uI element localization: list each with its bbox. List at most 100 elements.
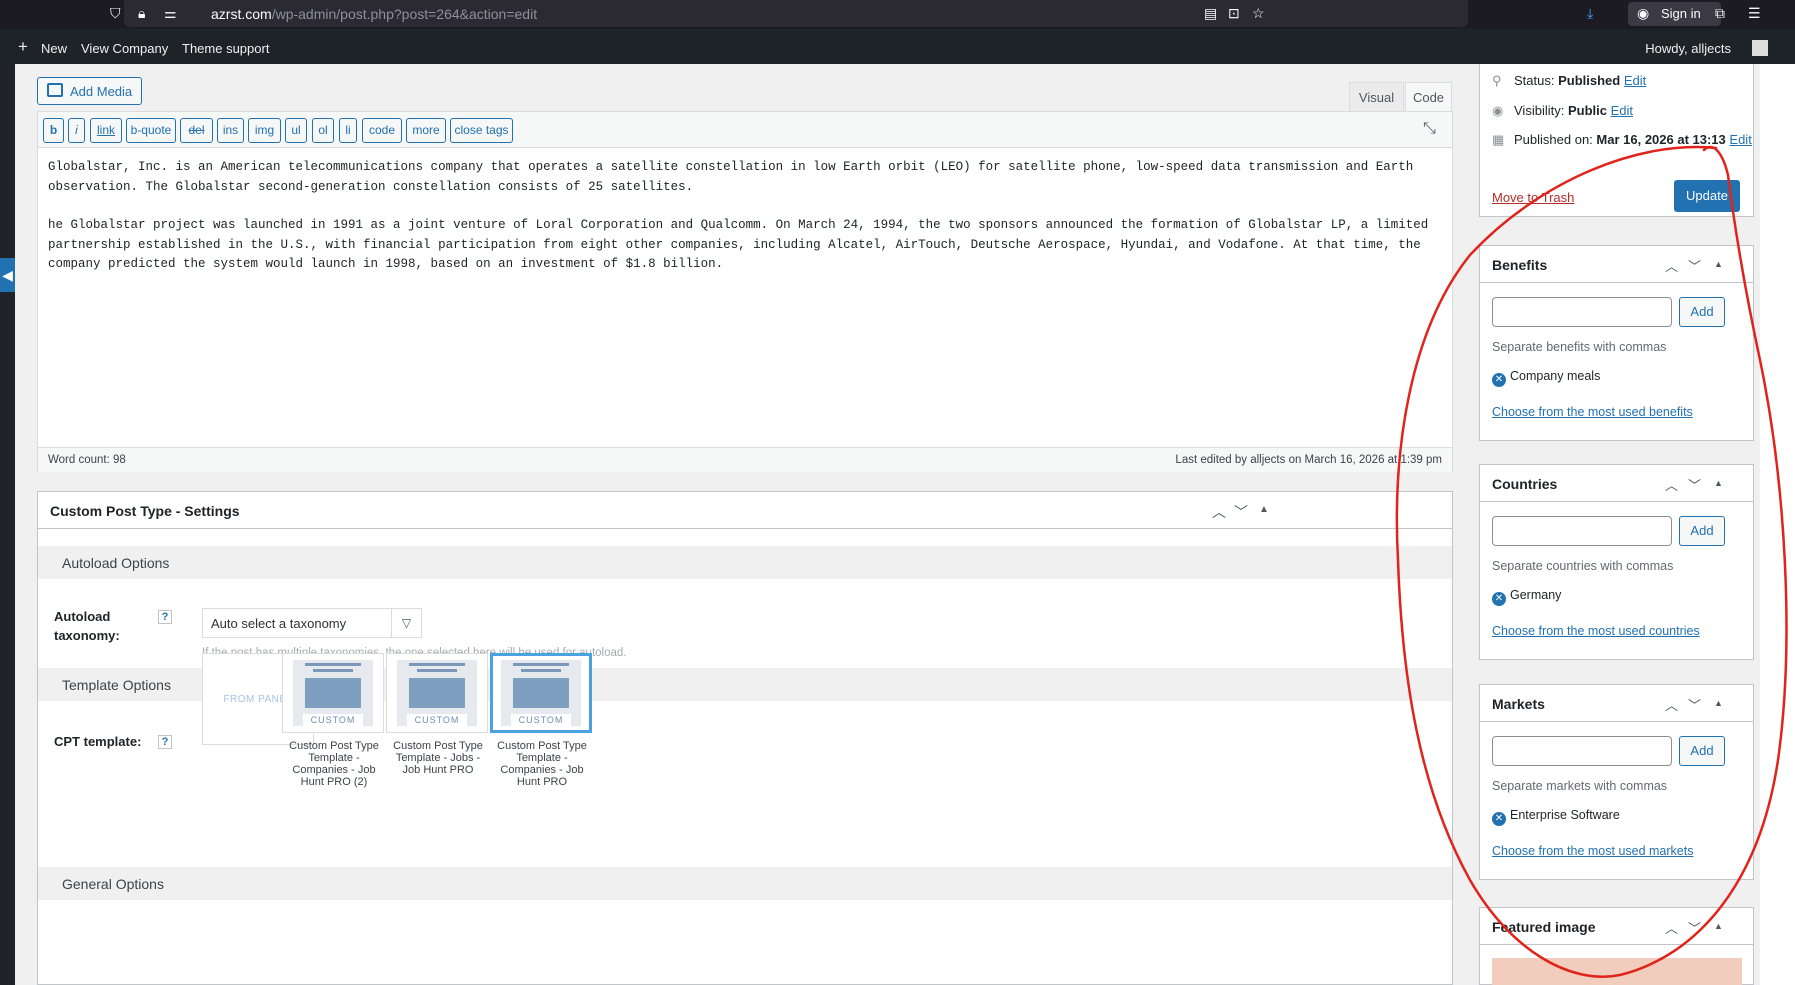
move-up-icon[interactable]: ︿ [1665, 918, 1678, 937]
permissions-icon[interactable]: ⚌ [164, 5, 177, 21]
taxonomy-select[interactable]: Auto select a taxonomy ▽ [202, 608, 422, 638]
qt-bold-button[interactable]: b [43, 118, 64, 143]
editor-paragraph: Globalstar, Inc. is an American telecomm… [48, 160, 1414, 194]
countries-hint: Separate countries with commas [1492, 559, 1674, 573]
edit-status-link[interactable]: Edit [1624, 73, 1646, 88]
menu-icon[interactable]: ☰ [1748, 5, 1761, 21]
markets-add-button[interactable]: Add [1679, 736, 1725, 766]
move-down-icon[interactable]: ﹀ [1688, 256, 1701, 275]
tab-code[interactable]: Code [1405, 82, 1452, 111]
countries-input[interactable] [1492, 516, 1672, 546]
qt-italic-button[interactable]: i [68, 118, 85, 143]
browser-toolbar: ⛉ 🔒︎ ⚌ azrst.com/wp-admin/post.php?post=… [0, 0, 1795, 29]
qt-del-button[interactable]: del [180, 118, 213, 143]
lock-icon[interactable]: 🔒︎ [138, 5, 145, 21]
sign-in-button[interactable]: ◉ Sign in [1628, 2, 1721, 26]
editor-textarea[interactable]: Globalstar, Inc. is an American telecomm… [48, 158, 1448, 294]
template-thumbnail: CUSTOM [490, 653, 592, 733]
last-edited: Last edited by alljects on March 16, 202… [1175, 454, 1442, 466]
qt-more-button[interactable]: more [406, 118, 446, 143]
shield-icon[interactable]: ⛉ [110, 5, 121, 21]
toggle-panel-icon[interactable]: ▲ [1714, 698, 1723, 708]
qt-ol-button[interactable]: ol [312, 118, 334, 143]
general-section-title: General Options [62, 876, 164, 892]
toggle-panel-icon[interactable]: ▲ [1714, 478, 1723, 488]
qt-ins-button[interactable]: ins [217, 118, 244, 143]
download-icon[interactable]: ⤓ [1587, 5, 1593, 21]
edit-date-link[interactable]: Edit [1729, 132, 1751, 147]
benefits-hint: Separate benefits with commas [1492, 340, 1667, 354]
qt-link-button[interactable]: link [90, 118, 122, 143]
markets-box: Markets ︿ ﹀ ▲ Add Separate markets with … [1479, 684, 1754, 880]
admin-bar-view[interactable]: View Company [81, 41, 168, 56]
save-to-pocket-icon[interactable]: ⊡ [1228, 5, 1240, 21]
plus-icon[interactable]: + [18, 37, 28, 57]
qt-li-button[interactable]: li [339, 118, 357, 143]
avatar[interactable] [1752, 40, 1768, 56]
chevron-down-icon: ▽ [391, 609, 421, 637]
move-down-icon[interactable]: ﹀ [1688, 918, 1701, 937]
eye-icon: ◉ [1492, 103, 1504, 118]
url-bar[interactable]: ⛉ 🔒︎ ⚌ azrst.com/wp-admin/post.php?post=… [110, 0, 1468, 27]
countries-tag: ✕ Germany [1492, 588, 1561, 606]
remove-tag-icon[interactable]: ✕ [1492, 812, 1506, 826]
url-host: azrst.com [211, 6, 272, 22]
most-used-markets-link[interactable]: Choose from the most used markets [1492, 844, 1693, 858]
page-right-margin [1760, 64, 1795, 985]
add-media-button[interactable]: Add Media [37, 77, 142, 105]
move-up-icon[interactable]: ︿ [1665, 475, 1678, 494]
markets-hint: Separate markets with commas [1492, 779, 1668, 793]
move-up-icon[interactable]: ︿ [1665, 695, 1678, 714]
qt-code-button[interactable]: code [362, 118, 402, 143]
collapse-arrow-icon[interactable]: ◀ [0, 258, 15, 292]
account-icon: ◉ [1637, 5, 1650, 21]
featured-image-title: Featured image [1492, 919, 1596, 935]
countries-add-button[interactable]: Add [1679, 516, 1725, 546]
featured-image-header: Featured image ︿ ﹀ ▲ [1480, 908, 1753, 945]
markets-tag-label: Enterprise Software [1510, 808, 1620, 822]
qt-ul-button[interactable]: ul [285, 118, 307, 143]
fullscreen-icon[interactable]: ⤡ [1423, 121, 1439, 137]
move-down-icon[interactable]: ﹀ [1234, 502, 1248, 522]
move-up-icon[interactable]: ︿ [1665, 256, 1678, 275]
featured-image-preview[interactable] [1492, 958, 1742, 985]
template-help-icon[interactable]: ? [158, 735, 172, 749]
toggle-panel-icon[interactable]: ▲ [1714, 259, 1723, 269]
benefits-add-button[interactable]: Add [1679, 297, 1725, 327]
update-button[interactable]: Update [1674, 180, 1740, 212]
remove-tag-icon[interactable]: ✕ [1492, 592, 1506, 606]
bookmark-star-icon[interactable]: ☆ [1252, 5, 1265, 21]
move-up-icon[interactable]: ︿ [1212, 502, 1226, 522]
admin-bar-new[interactable]: New [41, 41, 67, 56]
toggle-panel-icon[interactable]: ▲ [1259, 504, 1269, 515]
editor-paragraph: he Globalstar project was launched in 19… [48, 218, 1429, 271]
most-used-countries-link[interactable]: Choose from the most used countries [1492, 624, 1700, 638]
toggle-panel-icon[interactable]: ▲ [1714, 921, 1723, 931]
status-value: Published [1558, 73, 1621, 88]
most-used-benefits-link[interactable]: Choose from the most used benefits [1492, 405, 1693, 419]
markets-input[interactable] [1492, 736, 1672, 766]
autoload-section-header: Autoload Options [38, 546, 1452, 579]
benefits-box: Benefits ︿ ﹀ ▲ Add Separate benefits wit… [1479, 245, 1754, 441]
qt-img-button[interactable]: img [248, 118, 281, 143]
move-down-icon[interactable]: ﹀ [1688, 695, 1701, 714]
move-to-trash-link[interactable]: Move to Trash [1492, 190, 1574, 205]
url-text[interactable]: azrst.com/wp-admin/post.php?post=264&act… [211, 6, 537, 22]
qt-close-tags-button[interactable]: close tags [450, 118, 513, 143]
autoload-help-icon[interactable]: ? [158, 610, 172, 624]
tab-visual[interactable]: Visual [1349, 82, 1404, 111]
word-count: Word count: 98 [48, 454, 126, 466]
edit-visibility-link[interactable]: Edit [1611, 103, 1633, 118]
extensions-icon[interactable]: ⧉ [1715, 5, 1725, 21]
benefits-input[interactable] [1492, 297, 1672, 327]
reader-view-icon[interactable]: ▤ [1204, 5, 1217, 21]
admin-menu-strip [0, 64, 15, 985]
taxonomy-select-value: Auto select a taxonomy [211, 616, 347, 631]
qt-blockquote-button[interactable]: b-quote [126, 118, 176, 143]
add-media-label: Add Media [70, 84, 133, 99]
remove-tag-icon[interactable]: ✕ [1492, 373, 1506, 387]
admin-bar-howdy[interactable]: Howdy, alljects [1645, 41, 1731, 56]
admin-bar-theme-support[interactable]: Theme support [182, 41, 269, 56]
cpt-settings-title: Custom Post Type - Settings [50, 503, 240, 519]
move-down-icon[interactable]: ﹀ [1688, 475, 1701, 494]
